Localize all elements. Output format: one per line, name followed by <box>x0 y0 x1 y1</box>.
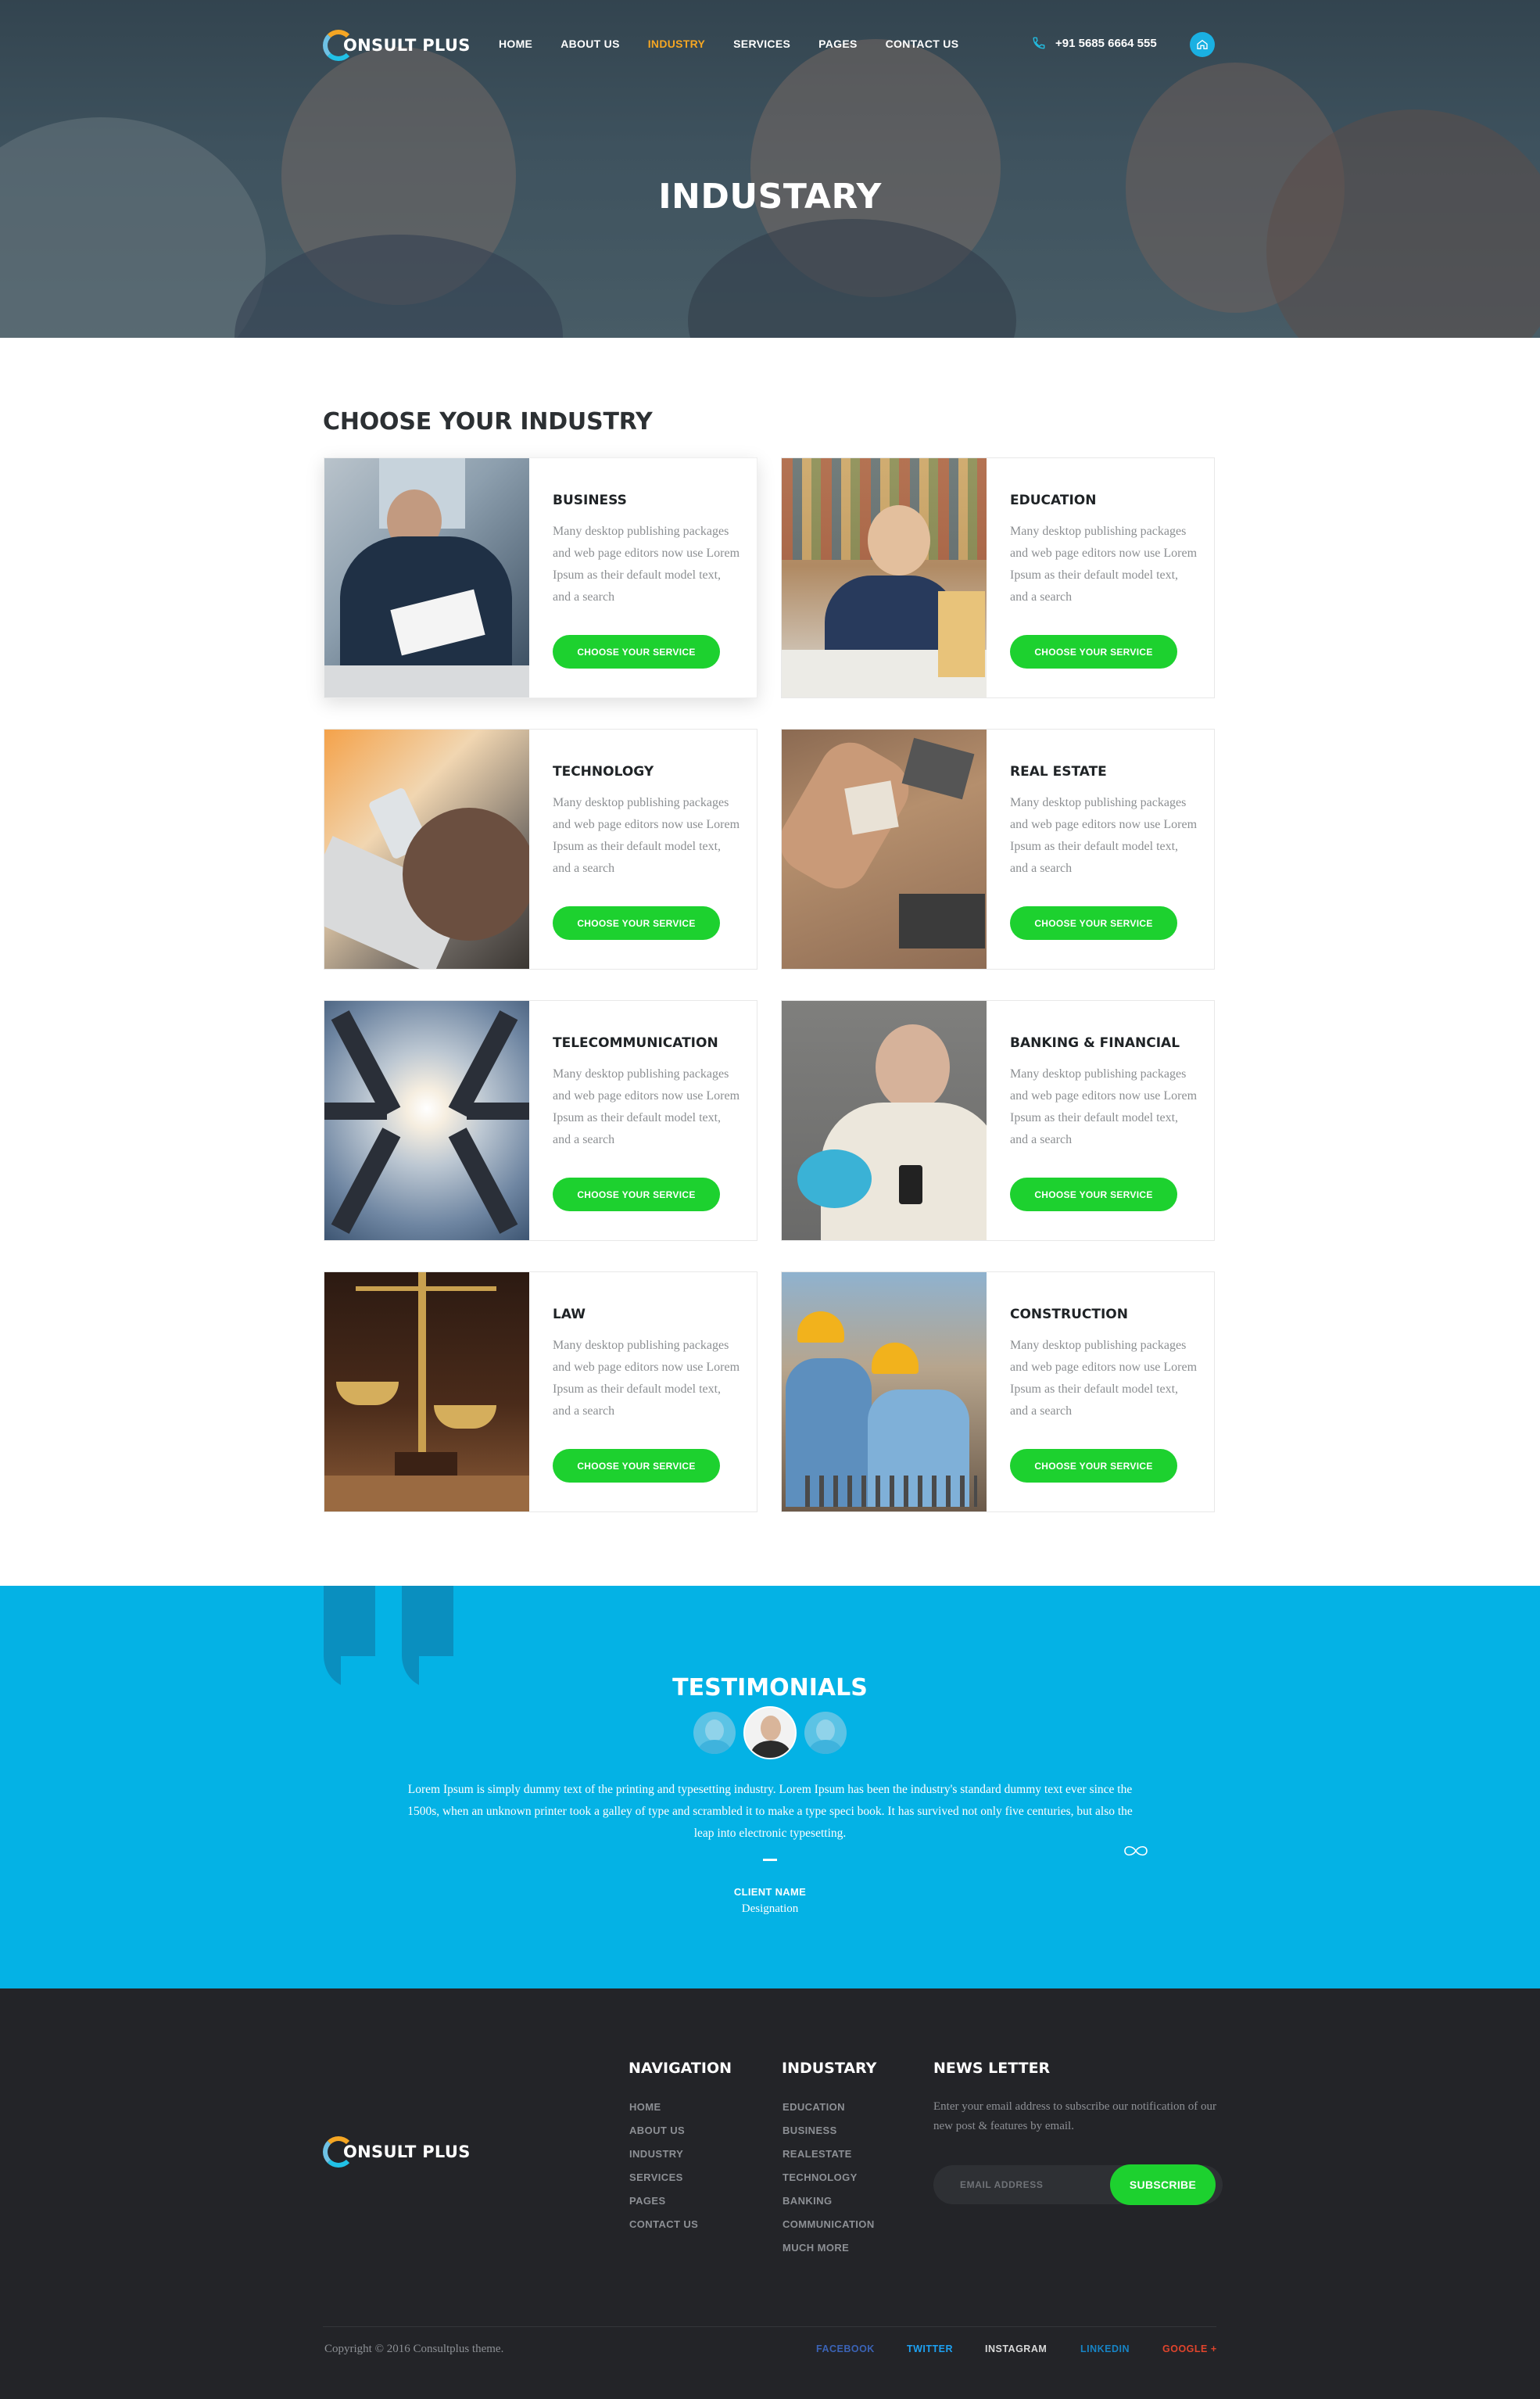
card-description: Many desktop publishing packages and web… <box>1010 796 1198 875</box>
card-title: BANKING & FINANCIAL <box>1010 1035 1180 1051</box>
piggy-bank-photo <box>782 1001 987 1240</box>
footer-nav-link[interactable]: INDUSTRY <box>629 2143 698 2166</box>
industry-card-technology: TECHNOLOGY Many desktop publishing packa… <box>324 729 757 970</box>
choose-service-button[interactable]: CHOOSE YOUR SERVICE <box>553 635 720 669</box>
client-designation: Designation <box>741 1902 799 1915</box>
industry-card-banking-financial: BANKING & FINANCIAL Many desktop publish… <box>781 1000 1215 1241</box>
choose-service-button[interactable]: CHOOSE YOUR SERVICE <box>1010 1449 1177 1483</box>
section-title: CHOOSE YOUR INDUSTRY <box>323 408 653 436</box>
footer-industry-link[interactable]: BANKING <box>783 2189 875 2213</box>
choose-service-button[interactable]: CHOOSE YOUR SERVICE <box>1010 906 1177 940</box>
testimonials-section: TESTIMONIALS Lorem Ipsum is simply dummy… <box>0 1586 1540 1988</box>
subscribe-button[interactable]: SUBSCRIBE <box>1110 2164 1216 2205</box>
social-linkedin-link[interactable]: LINKEDIN <box>1080 2343 1130 2354</box>
choose-service-button[interactable]: CHOOSE YOUR SERVICE <box>1010 1178 1177 1211</box>
businessman-photo <box>324 458 529 697</box>
footer-nav-link[interactable]: HOME <box>629 2096 698 2119</box>
footer-nav-link[interactable]: CONTACT US <box>629 2213 698 2236</box>
nav-services[interactable]: SERVICES <box>733 38 790 50</box>
testimonial-divider <box>763 1859 777 1861</box>
footer-industry-link[interactable]: TECHNOLOGY <box>783 2166 875 2189</box>
footer-industry-link[interactable]: COMMUNICATION <box>783 2213 875 2236</box>
avatar[interactable] <box>693 1712 736 1754</box>
industry-card-law: LAW Many desktop publishing packages and… <box>324 1271 757 1512</box>
card-title: REAL ESTATE <box>1010 764 1107 780</box>
card-description: Many desktop publishing packages and web… <box>1010 1339 1198 1418</box>
scales-of-justice-photo <box>324 1272 529 1511</box>
social-facebook-link[interactable]: FACEBOOK <box>816 2343 875 2354</box>
nav-home[interactable]: HOME <box>499 38 532 50</box>
main-nav: HOME ABOUT US INDUSTRY SERVICES PAGES CO… <box>499 38 987 50</box>
industry-card-telecommunication: TELECOMMUNICATION Many desktop publishin… <box>324 1000 757 1241</box>
avatar[interactable] <box>804 1712 847 1754</box>
footer-nav-link[interactable]: SERVICES <box>629 2166 698 2189</box>
logo-text: ONSULT PLUS <box>343 2143 471 2161</box>
footer-nav-link[interactable]: PAGES <box>629 2189 698 2213</box>
social-instagram-link[interactable]: INSTAGRAM <box>985 2343 1047 2354</box>
testimonial-avatars <box>0 1706 1540 1759</box>
card-description: Many desktop publishing packages and web… <box>553 525 740 604</box>
industry-card-construction: CONSTRUCTION Many desktop publishing pac… <box>781 1271 1215 1512</box>
card-title: TELECOMMUNICATION <box>553 1035 718 1051</box>
nav-about-us[interactable]: ABOUT US <box>560 38 620 50</box>
card-title: TECHNOLOGY <box>553 764 654 780</box>
header-phone[interactable]: +91 5685 6664 555 <box>1032 36 1157 50</box>
site-footer <box>0 1988 1540 2399</box>
hero-banner: ONSULT PLUS HOME ABOUT US INDUSTRY SERVI… <box>0 0 1540 338</box>
phone-number: +91 5685 6664 555 <box>1055 36 1157 50</box>
card-description: Many desktop publishing packages and web… <box>553 1339 740 1418</box>
home-icon <box>1197 39 1208 49</box>
choose-service-button[interactable]: CHOOSE YOUR SERVICE <box>553 1449 720 1483</box>
footer-divider <box>323 2326 1216 2327</box>
logo-text: ONSULT PLUS <box>343 36 471 55</box>
footer-industry-title: INDUSTARY <box>782 2060 877 2077</box>
card-description: Many desktop publishing packages and web… <box>1010 525 1198 604</box>
footer-navigation-list: HOME ABOUT US INDUSTRY SERVICES PAGES CO… <box>629 2096 698 2236</box>
copyright-text: Copyright © 2016 Consultplus theme. <box>324 2343 504 2355</box>
testimonials-title: TESTIMONIALS <box>672 1674 868 1702</box>
card-title: CONSTRUCTION <box>1010 1307 1128 1322</box>
card-description: Many desktop publishing packages and web… <box>553 1067 740 1146</box>
social-google-plus-link[interactable]: GOOGLE + <box>1162 2343 1217 2354</box>
avatar-active[interactable] <box>743 1706 797 1759</box>
industry-card-real-estate: REAL ESTATE Many desktop publishing pack… <box>781 729 1215 970</box>
social-twitter-link[interactable]: TWITTER <box>907 2343 953 2354</box>
nav-contact-us[interactable]: CONTACT US <box>886 38 959 50</box>
testimonial-text: Lorem Ipsum is simply dummy text of the … <box>407 1783 1133 1840</box>
card-description: Many desktop publishing packages and web… <box>553 796 740 875</box>
card-title: BUSINESS <box>553 493 627 508</box>
nav-pages[interactable]: PAGES <box>818 38 857 50</box>
telecom-towers-photo <box>324 1001 529 1240</box>
choose-service-button[interactable]: CHOOSE YOUR SERVICE <box>553 1178 720 1211</box>
footer-nav-link[interactable]: ABOUT US <box>629 2119 698 2143</box>
card-title: EDUCATION <box>1010 493 1097 508</box>
industry-card-business: BUSINESS Many desktop publishing package… <box>324 457 757 698</box>
footer-logo[interactable]: ONSULT PLUS <box>323 2136 471 2168</box>
card-description: Many desktop publishing packages and web… <box>1010 1067 1198 1146</box>
student-photo <box>782 458 987 697</box>
card-title: LAW <box>553 1307 586 1322</box>
client-name: CLIENT NAME <box>733 1886 807 1898</box>
phone-laptop-photo <box>324 730 529 969</box>
industry-card-education: EDUCATION Many desktop publishing packag… <box>781 457 1215 698</box>
house-key-photo <box>782 730 987 969</box>
footer-industry-link[interactable]: EDUCATION <box>783 2096 875 2119</box>
footer-industry-link[interactable]: MUCH MORE <box>783 2236 875 2260</box>
footer-navigation-title: NAVIGATION <box>629 2060 732 2077</box>
footer-industry-link[interactable]: BUSINESS <box>783 2119 875 2143</box>
footer-newsletter-title: NEWS LETTER <box>933 2060 1051 2077</box>
choose-service-button[interactable]: CHOOSE YOUR SERVICE <box>1010 635 1177 669</box>
phone-icon <box>1033 37 1045 49</box>
footer-industry-link[interactable]: REALESTATE <box>783 2143 875 2166</box>
newsletter-text: Enter your email address to subscribe ou… <box>933 2100 1216 2132</box>
nav-industry[interactable]: INDUSTRY <box>648 38 705 50</box>
logo[interactable]: ONSULT PLUS <box>323 30 471 61</box>
footer-industry-list: EDUCATION BUSINESS REALESTATE TECHNOLOGY… <box>783 2096 875 2260</box>
infinity-decoration-icon <box>1124 1845 1148 1856</box>
site-header: ONSULT PLUS HOME ABOUT US INDUSTRY SERVI… <box>0 0 1540 92</box>
page-title: INDUSTARY <box>658 177 882 217</box>
construction-workers-photo <box>782 1272 987 1511</box>
choose-service-button[interactable]: CHOOSE YOUR SERVICE <box>553 906 720 940</box>
home-button[interactable] <box>1190 32 1215 57</box>
